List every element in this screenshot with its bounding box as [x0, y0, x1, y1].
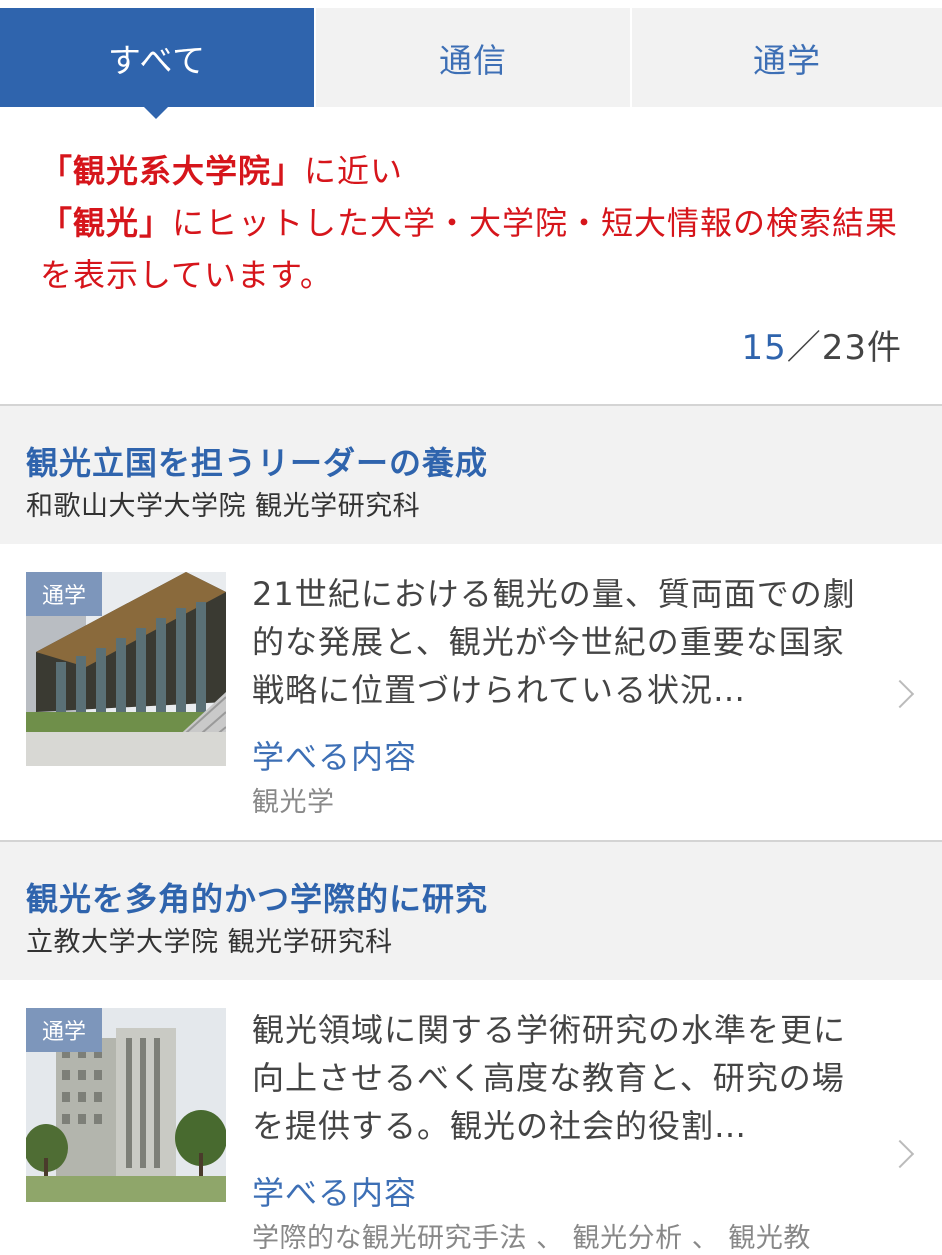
learn-content-value: 観光学 [252, 787, 335, 818]
commute-badge: 通学 [26, 572, 102, 616]
learn-content-label: 学べる内容 [252, 1174, 418, 1212]
school-photo: 通学 [26, 572, 226, 766]
chevron-right-icon[interactable] [885, 1139, 915, 1169]
tab-all[interactable]: すべて [0, 8, 314, 119]
tab-correspondence[interactable]: 通信 [314, 8, 630, 107]
card-school: 立教大学大学院 観光学研究科 [26, 927, 393, 958]
card-header[interactable]: 観光立国を担うリーダーの養成 和歌山大学大学院 観光学研究科 [0, 406, 942, 544]
active-tab-pointer [144, 107, 168, 119]
card-description: 21世紀における観光の量、質両面での劇的な発展と、観光が今世紀の重要な国家戦略に… [252, 575, 856, 709]
result-count-current: 15 [741, 328, 787, 368]
chevron-right-icon[interactable] [885, 679, 915, 709]
card-title[interactable]: 観光立国を担うリーダーの養成 [26, 438, 488, 484]
result-count: 15／23件 [741, 320, 902, 369]
tab-commute-label: 通学 [753, 40, 821, 80]
card-title[interactable]: 観光を多角的かつ学際的に研究 [26, 874, 488, 920]
learn-content-value: 学際的な観光研究手法 、 観光分析 、 観光教 [252, 1223, 811, 1254]
tab-correspondence-label: 通信 [439, 40, 507, 80]
card-description: 観光領域に関する学術研究の水準を更に向上させるべく高度な教育と、研究の場を提供す… [252, 1011, 847, 1145]
card-body[interactable]: 通学 観光領域に関する学術研究の水準を更に向上させるべく高度な教育と、研究の場を… [0, 980, 942, 1255]
notice-query-2: 「観光」 [40, 204, 173, 242]
commute-badge: 通学 [26, 1008, 102, 1052]
card-body[interactable]: 通学 21世紀における観光の量、質両面での劇的な発展と、観光が今世紀の重要な国家… [0, 544, 942, 840]
card-school: 和歌山大学大学院 観光学研究科 [26, 491, 421, 522]
learn-content-label: 学べる内容 [252, 738, 418, 776]
result-count-total: ／23件 [786, 328, 902, 368]
search-notice: 「観光系大学院」に近い 「観光」にヒットした大学・大学院・短大情報の検索結果を表… [40, 145, 910, 301]
notice-query-1: 「観光系大学院」 [40, 152, 305, 190]
card-header[interactable]: 観光を多角的かつ学際的に研究 立教大学大学院 観光学研究科 [0, 842, 942, 980]
tab-commute[interactable]: 通学 [630, 8, 942, 107]
tab-all-label: すべて [107, 40, 207, 80]
school-photo: 通学 [26, 1008, 226, 1202]
notice-text-1: に近い [304, 152, 404, 190]
tab-bar: すべて 通信 通学 [0, 8, 942, 119]
